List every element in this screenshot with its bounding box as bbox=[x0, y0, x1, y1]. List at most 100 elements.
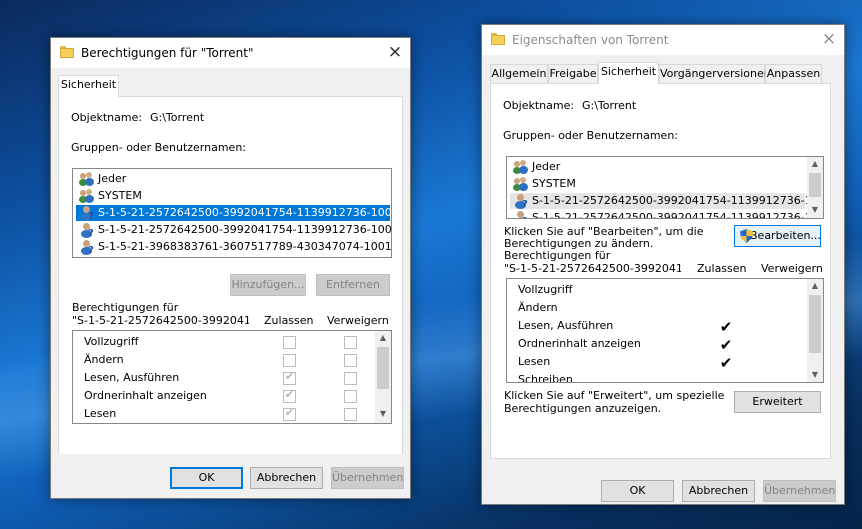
tab-vorgngerversionen[interactable]: Vorgängerversionen bbox=[659, 64, 771, 84]
list-item[interactable]: Jeder bbox=[510, 159, 805, 175]
ok-button[interactable]: OK bbox=[170, 467, 243, 489]
scroll-down-icon[interactable]: ▼ bbox=[807, 368, 823, 382]
permission-row: Lesen, Ausführen bbox=[518, 319, 614, 332]
dialog-title: Eigenschaften von Torrent bbox=[512, 33, 669, 47]
permissions-list[interactable]: Vollzugriff Ändern Lesen, Ausführen ✔ Ordner… bbox=[72, 330, 392, 424]
remove-button[interactable]: Entfernen bbox=[316, 274, 390, 296]
permissions-scrollbar[interactable]: ▲ ▼ bbox=[375, 331, 391, 423]
user-name: SYSTEM bbox=[98, 189, 142, 202]
apply-button[interactable]: Übernehmen bbox=[763, 480, 836, 502]
ok-button[interactable]: OK bbox=[601, 480, 674, 502]
deny-checkbox[interactable] bbox=[344, 390, 357, 403]
permission-row: Vollzugriff bbox=[84, 335, 139, 348]
deny-checkbox[interactable] bbox=[344, 336, 357, 349]
list-item[interactable]: ?S-1-5-21-2572642500-3992041754-11399127… bbox=[510, 210, 823, 218]
user-name: S-1-5-21-2572642500-3992041754-113991273… bbox=[98, 206, 392, 219]
permission-row: Vollzugriff bbox=[518, 283, 573, 296]
scroll-down-icon[interactable]: ▼ bbox=[807, 203, 823, 217]
groups-label: Gruppen- oder Benutzernamen: bbox=[71, 141, 247, 154]
scroll-up-icon[interactable]: ▲ bbox=[807, 279, 823, 293]
advanced-hint-line1: Klicken Sie auf "Erweitert", um speziell… bbox=[504, 389, 725, 402]
dialog-title: Berechtigungen für "Torrent" bbox=[81, 46, 254, 60]
user-name: S-1-5-21-3968383761-3607517789-430347074… bbox=[98, 240, 392, 253]
deny-checkbox[interactable] bbox=[344, 354, 357, 367]
permission-row: Ändern bbox=[84, 353, 124, 366]
tab-allgemein[interactable]: Allgemein bbox=[490, 64, 548, 84]
unknown-user-icon: ? bbox=[79, 205, 95, 222]
allow-checkbox[interactable] bbox=[283, 354, 296, 367]
title-bar[interactable]: Berechtigungen für "Torrent" × bbox=[51, 38, 410, 68]
allow-checkbox[interactable]: ✔ bbox=[283, 370, 296, 385]
user-name: SYSTEM bbox=[532, 177, 576, 190]
add-button[interactable]: Hinzufügen... bbox=[230, 274, 306, 296]
check-icon: ✔ bbox=[284, 388, 295, 401]
close-icon[interactable]: × bbox=[380, 38, 410, 68]
scroll-up-icon[interactable]: ▲ bbox=[807, 157, 823, 171]
tab-sicherheit[interactable]: Sicherheit bbox=[598, 62, 659, 84]
unknown-user-icon: ? bbox=[513, 193, 529, 210]
check-icon: ✔ bbox=[719, 318, 733, 336]
permissions-list[interactable]: Vollzugriff Ändern Lesen, Ausführen ✔ Ordner… bbox=[506, 278, 824, 383]
object-name-value: G:\Torrent bbox=[582, 99, 637, 112]
scroll-thumb[interactable] bbox=[809, 173, 821, 197]
allow-column-header: Zulassen bbox=[697, 262, 747, 275]
deny-column-header: Verweigern bbox=[761, 262, 823, 275]
check-icon: ✔ bbox=[719, 354, 733, 372]
object-name-label: Objektname: bbox=[71, 111, 143, 124]
user-name: S-1-5-21-2572642500-3992041754-113991273… bbox=[532, 211, 824, 219]
unknown-user-icon: ? bbox=[79, 239, 95, 256]
folder-icon bbox=[60, 46, 74, 58]
group-users-icon bbox=[513, 176, 529, 192]
check-icon: ✔ bbox=[719, 336, 733, 354]
allow-checkbox[interactable]: ✔ bbox=[283, 406, 296, 421]
users-scrollbar[interactable]: ▲ ▼ bbox=[807, 157, 823, 218]
list-item[interactable]: SYSTEM bbox=[76, 188, 390, 204]
scroll-thumb[interactable] bbox=[809, 295, 821, 353]
title-bar[interactable]: Eigenschaften von Torrent × bbox=[482, 25, 844, 55]
permissions-scrollbar[interactable]: ▲ ▼ bbox=[807, 279, 823, 382]
permission-row: Lesen, Ausführen bbox=[84, 371, 180, 384]
object-name-label: Objektname: bbox=[503, 99, 575, 112]
close-icon[interactable]: × bbox=[814, 25, 844, 55]
list-item[interactable]: ?S-1-5-21-2572642500-3992041754-11399127… bbox=[76, 222, 391, 239]
users-listbox[interactable]: Jeder SYSTEM? S-1-5-21-2572642500-39920417… bbox=[506, 156, 824, 219]
list-item[interactable]: ? S-1-5-21-3968383761-3607517789-43034707… bbox=[76, 239, 392, 256]
permissions-for-sid: "S-1-5-21-2572642500-3992041754-1 bbox=[504, 262, 681, 275]
group-users-icon bbox=[79, 171, 95, 187]
list-item[interactable]: Jeder bbox=[76, 171, 390, 187]
user-name: Jeder bbox=[532, 160, 561, 173]
unknown-user-icon: ? bbox=[513, 210, 529, 218]
cancel-button[interactable]: Abbrechen bbox=[250, 467, 323, 489]
cancel-button[interactable]: Abbrechen bbox=[682, 480, 755, 502]
tab-anpassen[interactable]: Anpassen bbox=[765, 64, 822, 84]
apply-button[interactable]: Übernehmen bbox=[331, 467, 404, 489]
check-icon: ✔ bbox=[284, 406, 295, 419]
list-item[interactable]: ?S-1-5-21-2572642500-3992041754-11399127… bbox=[76, 205, 392, 222]
properties-dialog: Eigenschaften von Torrent × Allgemein Fre… bbox=[481, 24, 845, 505]
permission-row: Schreiben bbox=[518, 373, 573, 383]
advanced-button[interactable]: Erweitert bbox=[734, 391, 821, 413]
scroll-up-icon[interactable]: ▲ bbox=[375, 331, 391, 345]
users-listbox[interactable]: Jeder SYSTEM? S-1-5-21-2572642500-39920417… bbox=[72, 168, 392, 258]
allow-checkbox[interactable] bbox=[283, 336, 296, 349]
list-item[interactable]: SYSTEM bbox=[510, 176, 805, 192]
dialog-body: Allgemein Freigabe Sicherheit Vorgängervers… bbox=[482, 55, 844, 460]
uac-shield-icon bbox=[740, 229, 753, 243]
tab-freigabe[interactable]: Freigabe bbox=[548, 64, 598, 84]
scroll-thumb[interactable] bbox=[377, 347, 389, 389]
permission-row: Ändern bbox=[518, 301, 558, 314]
user-name: S-1-5-21-2572642500-3992041754-113991273… bbox=[532, 194, 824, 207]
tab-sicherheit[interactable]: Sicherheit bbox=[58, 75, 119, 97]
dialog-footer: OK Abbrechen Übernehmen bbox=[51, 454, 410, 498]
allow-checkbox[interactable]: ✔ bbox=[283, 388, 296, 403]
deny-checkbox[interactable] bbox=[344, 372, 357, 385]
list-item[interactable]: ?S-1-5-21-2572642500-3992041754-11399127… bbox=[510, 193, 823, 210]
unknown-user-icon: ? bbox=[79, 222, 95, 239]
advanced-hint-line2: Berechtigungen anzuzeigen. bbox=[504, 402, 662, 415]
scroll-down-icon[interactable]: ▼ bbox=[375, 407, 391, 421]
deny-column-header: Verweigern bbox=[327, 314, 389, 327]
tab-page: Objektname: G:\Torrent Gruppen- oder Ben… bbox=[490, 83, 831, 459]
permission-row: Lesen bbox=[84, 407, 117, 420]
deny-checkbox[interactable] bbox=[344, 408, 357, 421]
edit-button[interactable]: Bearbeiten... bbox=[734, 225, 821, 247]
